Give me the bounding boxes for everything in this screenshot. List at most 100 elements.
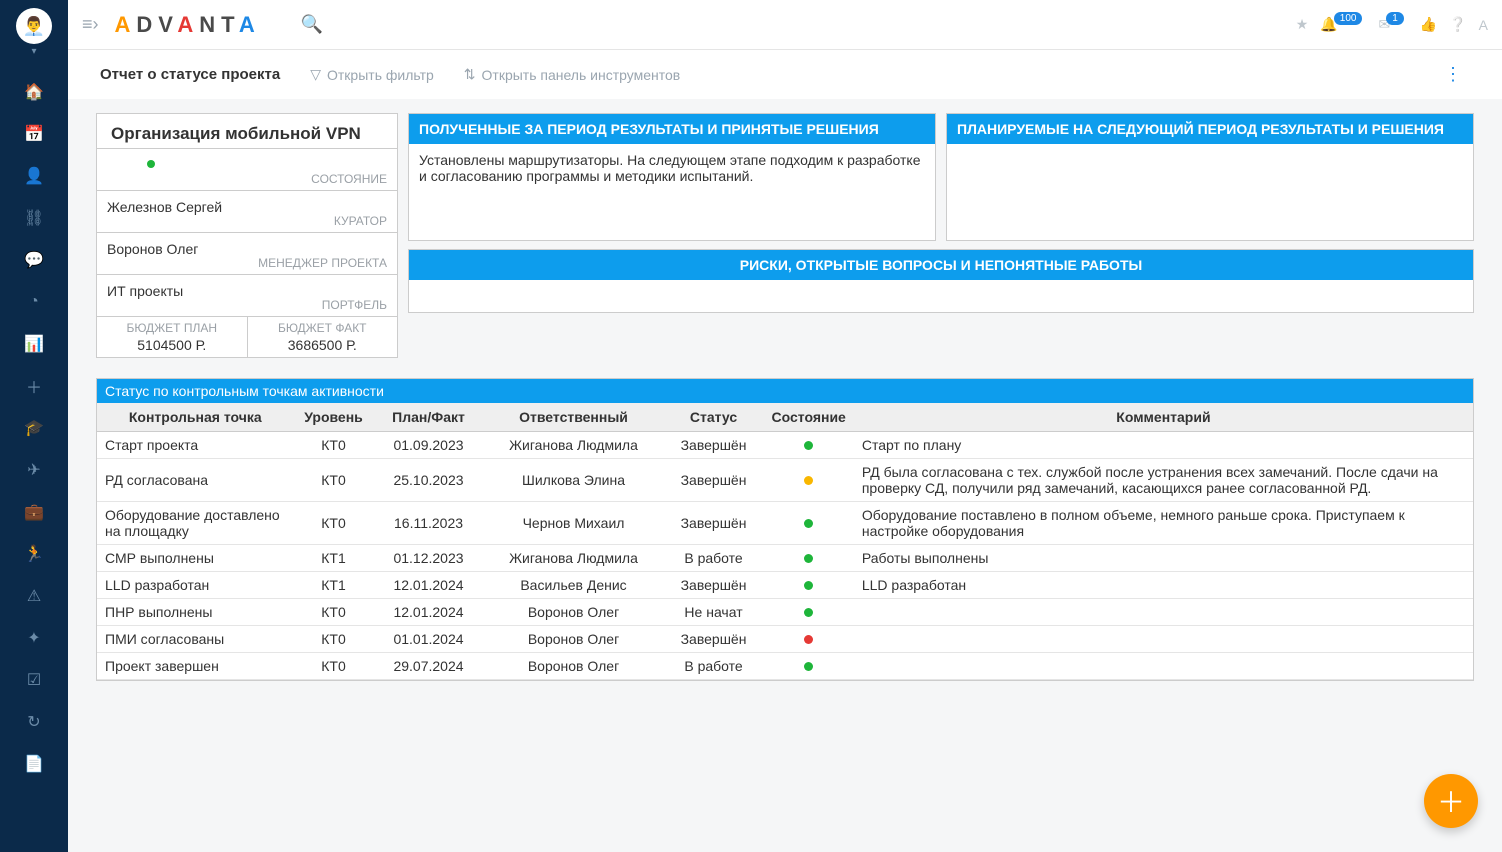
col-status: Статус	[664, 403, 764, 432]
manager-label: МЕНЕДЖЕР ПРОЕКТА	[258, 256, 387, 270]
curator-value: Железнов Сергей	[107, 197, 387, 215]
cell-comment: Работы выполнены	[854, 545, 1473, 572]
cell-level: КТ1	[294, 572, 374, 599]
table-row: ПМИ согласованы КТ0 01.01.2024 Воронов О…	[97, 626, 1473, 653]
cell-comment: Старт по плану	[854, 432, 1473, 459]
education-icon[interactable]: 🎓	[16, 410, 52, 446]
sparkle-icon[interactable]: ✦	[16, 620, 52, 656]
cell-date: 01.09.2023	[374, 432, 484, 459]
warning-icon[interactable]: ⚠	[16, 578, 52, 614]
cell-status: В работе	[664, 653, 764, 680]
filter-icon: ▽	[310, 66, 321, 83]
tasks-icon[interactable]: ☑	[16, 662, 52, 698]
table-row: Старт проекта КТ0 01.09.2023 Жиганова Лю…	[97, 432, 1473, 459]
cell-responsible: Шилкова Элина	[484, 459, 664, 502]
chart-bar-icon[interactable]: 📊	[16, 326, 52, 362]
cell-level: КТ0	[294, 459, 374, 502]
user-icon[interactable]: 👤	[16, 158, 52, 194]
hierarchy-icon[interactable]: ⛓	[16, 200, 52, 236]
risks-body	[409, 280, 1473, 312]
calendar-icon[interactable]: 📅	[16, 116, 52, 152]
avatar[interactable]: 👨‍💼	[16, 8, 52, 44]
cell-point: Проект завершен	[97, 653, 294, 680]
table-row: СМР выполнены КТ1 01.12.2023 Жиганова Лю…	[97, 545, 1473, 572]
chevron-down-icon[interactable]: ▾	[31, 46, 36, 57]
running-icon[interactable]: 🏃	[16, 536, 52, 572]
risks-header: РИСКИ, ОТКРЫТЫЕ ВОПРОСЫ И НЕПОНЯТНЫЕ РАБ…	[409, 250, 1473, 280]
results-body: Установлены маршрутизаторы. На следующем…	[409, 144, 935, 240]
col-planfact: План/Факт	[374, 403, 484, 432]
chat-icon[interactable]: 💬	[16, 242, 52, 278]
budget-fact-value: 3686500 Р.	[254, 337, 392, 353]
cell-point: Старт проекта	[97, 432, 294, 459]
cell-comment: Оборудование поставлено в полном объеме,…	[854, 502, 1473, 545]
cell-date: 01.12.2023	[374, 545, 484, 572]
mail-icon[interactable]: ✉1	[1378, 16, 1407, 33]
search-icon[interactable]: 🔍	[301, 14, 323, 35]
thumb-icon[interactable]: 👍	[1420, 16, 1437, 33]
table-row: LLD разработан КТ1 12.01.2024 Васильев Д…	[97, 572, 1473, 599]
plane-icon[interactable]: ✈	[16, 452, 52, 488]
plus-icon[interactable]: ＋	[16, 368, 52, 404]
logo: ADVANTA	[115, 12, 261, 38]
cell-level: КТ0	[294, 626, 374, 653]
budget-plan-value: 5104500 Р.	[103, 337, 241, 353]
cell-status: Завершён	[664, 502, 764, 545]
open-tools-button[interactable]: ⇅ Открыть панель инструментов	[464, 66, 680, 83]
table-row: Оборудование доставлено на площадку КТ0 …	[97, 502, 1473, 545]
table-row: ПНР выполнены КТ0 12.01.2024 Воронов Оле…	[97, 599, 1473, 626]
cell-level: КТ0	[294, 432, 374, 459]
cell-comment: РД была согласована с тех. службой после…	[854, 459, 1473, 502]
help-icon[interactable]: ❔	[1449, 16, 1466, 33]
more-vert-icon[interactable]: ⋮	[1444, 64, 1462, 85]
cell-status: В работе	[664, 545, 764, 572]
curator-label: КУРАТОР	[334, 214, 387, 228]
state-dot-icon	[804, 581, 813, 590]
planned-header: ПЛАНИРУЕМЫЕ НА СЛЕДУЮЩИЙ ПЕРИОД РЕЗУЛЬТА…	[947, 114, 1473, 144]
state-dot-icon	[804, 441, 813, 450]
cell-state	[764, 572, 854, 599]
open-filter-button[interactable]: ▽ Открыть фильтр	[310, 66, 434, 83]
document-icon[interactable]: 📄	[16, 746, 52, 782]
tools-icon: ⇅	[464, 66, 476, 83]
status-dot-icon	[147, 160, 155, 168]
star-icon[interactable]: ★	[1296, 16, 1309, 33]
cell-comment	[854, 626, 1473, 653]
planned-panel: ПЛАНИРУЕМЫЕ НА СЛЕДУЮЩИЙ ПЕРИОД РЕЗУЛЬТА…	[946, 113, 1474, 241]
table-title: Статус по контрольным точкам активности	[97, 379, 1473, 403]
table-row: Проект завершен КТ0 29.07.2024 Воронов О…	[97, 653, 1473, 680]
cell-state	[764, 502, 854, 545]
state-dot-icon	[804, 476, 813, 485]
page-title: Отчет о статусе проекта	[100, 66, 280, 83]
cell-point: Оборудование доставлено на площадку	[97, 502, 294, 545]
cell-point: LLD разработан	[97, 572, 294, 599]
history-icon[interactable]: ↻	[16, 704, 52, 740]
cell-level: КТ1	[294, 545, 374, 572]
col-point: Контрольная точка	[97, 403, 294, 432]
briefcase-icon[interactable]: 💼	[16, 494, 52, 530]
cell-date: 12.01.2024	[374, 572, 484, 599]
cell-level: КТ0	[294, 653, 374, 680]
home-icon[interactable]: 🏠	[16, 74, 52, 110]
cell-status: Завершён	[664, 459, 764, 502]
state-dot-icon	[804, 554, 813, 563]
portfolio-value: ИТ проекты	[107, 281, 387, 299]
cell-status: Завершён	[664, 432, 764, 459]
fab-add-button[interactable]: ＋	[1424, 774, 1478, 828]
cell-responsible: Жиганова Людмила	[484, 545, 664, 572]
cell-responsible: Васильев Денис	[484, 572, 664, 599]
budget-fact-label: БЮДЖЕТ ФАКТ	[254, 321, 392, 335]
cell-responsible: Жиганова Людмила	[484, 432, 664, 459]
chart-pie-icon[interactable]: ◔	[16, 284, 52, 320]
col-state: Состояние	[764, 403, 854, 432]
cell-state	[764, 599, 854, 626]
cell-responsible: Воронов Олег	[484, 599, 664, 626]
font-icon[interactable]: A	[1479, 17, 1488, 33]
cell-level: КТ0	[294, 502, 374, 545]
cell-state	[764, 432, 854, 459]
menu-toggle-icon[interactable]: ≡›	[82, 14, 99, 35]
cell-level: КТ0	[294, 599, 374, 626]
portfolio-label: ПОРТФЕЛЬ	[322, 298, 387, 312]
state-dot-icon	[804, 608, 813, 617]
bell-icon[interactable]: 🔔100	[1320, 16, 1366, 33]
